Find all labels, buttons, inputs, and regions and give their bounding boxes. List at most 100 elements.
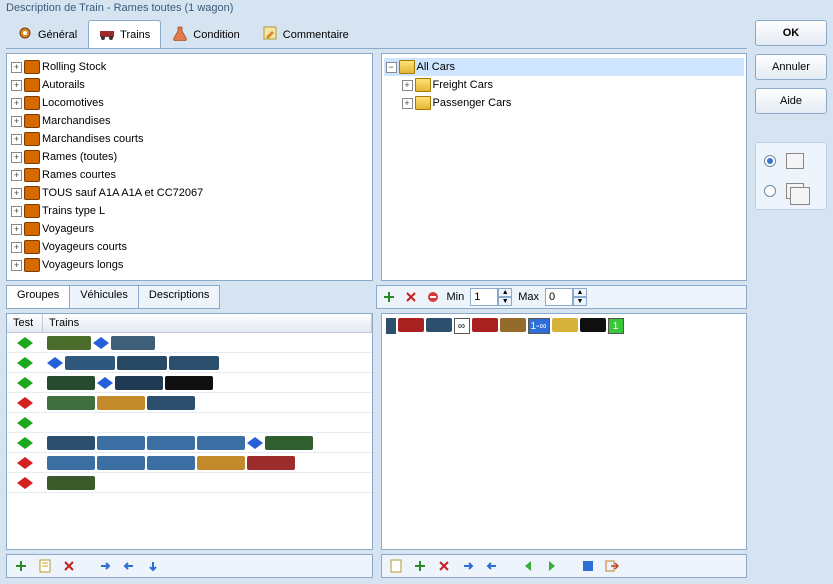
count-badge: 1-∞ — [528, 318, 550, 334]
tree-node[interactable]: Rames courtes — [9, 166, 370, 184]
max-up[interactable]: ▲ — [573, 288, 587, 297]
ok-button[interactable]: OK — [755, 20, 827, 46]
min-down[interactable]: ▼ — [498, 297, 512, 306]
col-test[interactable]: Test — [7, 314, 43, 332]
tree-node[interactable]: Rames (toutes) — [9, 148, 370, 166]
test-indicator[interactable] — [7, 337, 43, 349]
groups-grid: Test Trains — [6, 313, 373, 550]
tree-node[interactable]: Marchandises — [9, 112, 370, 130]
subtab-vehicules[interactable]: Véhicules — [70, 285, 139, 309]
expand-icon[interactable] — [11, 224, 22, 235]
expand-icon[interactable] — [11, 170, 22, 181]
collapse-icon[interactable] — [386, 62, 397, 73]
expand-icon[interactable] — [11, 260, 22, 271]
table-row[interactable] — [7, 413, 372, 433]
table-row[interactable] — [7, 473, 372, 493]
consist-stop-button[interactable] — [580, 558, 596, 574]
cars-tree[interactable]: All Cars Freight Cars Passenger Cars — [381, 53, 748, 281]
cancel-button[interactable]: Annuler — [755, 54, 827, 80]
tree-node[interactable]: Autorails — [9, 76, 370, 94]
expand-icon[interactable] — [11, 152, 22, 163]
test-indicator[interactable] — [7, 457, 43, 469]
test-indicator[interactable] — [7, 417, 43, 429]
add-limit-button[interactable] — [381, 289, 397, 305]
expand-icon[interactable] — [402, 98, 413, 109]
stacked-page-icon — [786, 183, 804, 199]
subtab-descriptions[interactable]: Descriptions — [139, 285, 221, 309]
consist-add-button[interactable] — [412, 558, 428, 574]
tree-label: Voyageurs courts — [42, 241, 127, 253]
view-mode-stack[interactable] — [764, 183, 818, 199]
table-row[interactable] — [7, 373, 372, 393]
tab-general[interactable]: Général — [6, 20, 88, 48]
move-right-button[interactable] — [97, 558, 113, 574]
consist-next-button[interactable] — [544, 558, 560, 574]
test-indicator[interactable] — [7, 357, 43, 369]
max-spinner[interactable]: ▲▼ — [545, 288, 587, 306]
tree-node-freight[interactable]: Freight Cars — [384, 76, 745, 94]
tree-node[interactable]: Voyageurs courts — [9, 238, 370, 256]
car-icon — [247, 456, 295, 470]
test-indicator[interactable] — [7, 397, 43, 409]
add-group-button[interactable] — [13, 558, 29, 574]
consist-left-button[interactable] — [484, 558, 500, 574]
table-row[interactable] — [7, 393, 372, 413]
expand-icon[interactable] — [11, 134, 22, 145]
categories-tree[interactable]: Rolling StockAutorailsLocomotivesMarchan… — [6, 53, 373, 281]
tab-comment[interactable]: Commentaire — [251, 20, 360, 48]
stop-limit-button[interactable] — [425, 289, 441, 305]
category-icon — [24, 150, 40, 164]
consist-right-button[interactable] — [460, 558, 476, 574]
tree-node[interactable]: Locomotives — [9, 94, 370, 112]
expand-icon[interactable] — [11, 116, 22, 127]
subtab-groupes[interactable]: Groupes — [6, 285, 70, 309]
car-icon — [147, 396, 195, 410]
tree-node[interactable]: Rolling Stock — [9, 58, 370, 76]
delete-group-button[interactable] — [61, 558, 77, 574]
view-mode-single[interactable] — [764, 153, 818, 169]
test-indicator[interactable] — [7, 437, 43, 449]
col-trains[interactable]: Trains — [43, 314, 372, 332]
expand-icon[interactable] — [402, 80, 413, 91]
tree-node-passenger[interactable]: Passenger Cars — [384, 94, 745, 112]
test-indicator[interactable] — [7, 377, 43, 389]
expand-icon[interactable] — [11, 242, 22, 253]
min-spinner[interactable]: ▲▼ — [470, 288, 512, 306]
help-button[interactable]: Aide — [755, 88, 827, 114]
consist-body[interactable]: ∞1-∞1 — [382, 314, 747, 549]
table-row[interactable] — [7, 433, 372, 453]
delete-limit-button[interactable] — [403, 289, 419, 305]
expand-icon[interactable] — [11, 206, 22, 217]
table-row[interactable] — [7, 333, 372, 353]
grid-body[interactable] — [7, 333, 372, 549]
test-indicator[interactable] — [7, 477, 43, 489]
car-icon — [117, 356, 167, 370]
view-mode-box — [755, 142, 827, 210]
table-row[interactable] — [7, 453, 372, 473]
tree-node[interactable]: Voyageurs — [9, 220, 370, 238]
move-down-button[interactable] — [145, 558, 161, 574]
expand-icon[interactable] — [11, 80, 22, 91]
tree-node-all-cars[interactable]: All Cars — [384, 58, 745, 76]
tab-trains[interactable]: Trains — [88, 20, 161, 48]
table-row[interactable] — [7, 353, 372, 373]
consist-new-button[interactable] — [388, 558, 404, 574]
tab-condition[interactable]: Condition — [161, 20, 250, 48]
expand-icon[interactable] — [11, 188, 22, 199]
tree-node[interactable]: Marchandises courts — [9, 130, 370, 148]
consist-toolbar — [381, 554, 748, 578]
max-input[interactable] — [545, 288, 573, 306]
tree-node[interactable]: TOUS sauf A1A A1A et CC72067 — [9, 184, 370, 202]
max-down[interactable]: ▼ — [573, 297, 587, 306]
new-doc-button[interactable] — [37, 558, 53, 574]
tree-node[interactable]: Voyageurs longs — [9, 256, 370, 274]
consist-delete-button[interactable] — [436, 558, 452, 574]
consist-prev-button[interactable] — [520, 558, 536, 574]
consist-exit-button[interactable] — [604, 558, 620, 574]
expand-icon[interactable] — [11, 98, 22, 109]
tree-node[interactable]: Trains type L — [9, 202, 370, 220]
min-input[interactable] — [470, 288, 498, 306]
move-left-button[interactable] — [121, 558, 137, 574]
min-up[interactable]: ▲ — [498, 288, 512, 297]
expand-icon[interactable] — [11, 62, 22, 73]
